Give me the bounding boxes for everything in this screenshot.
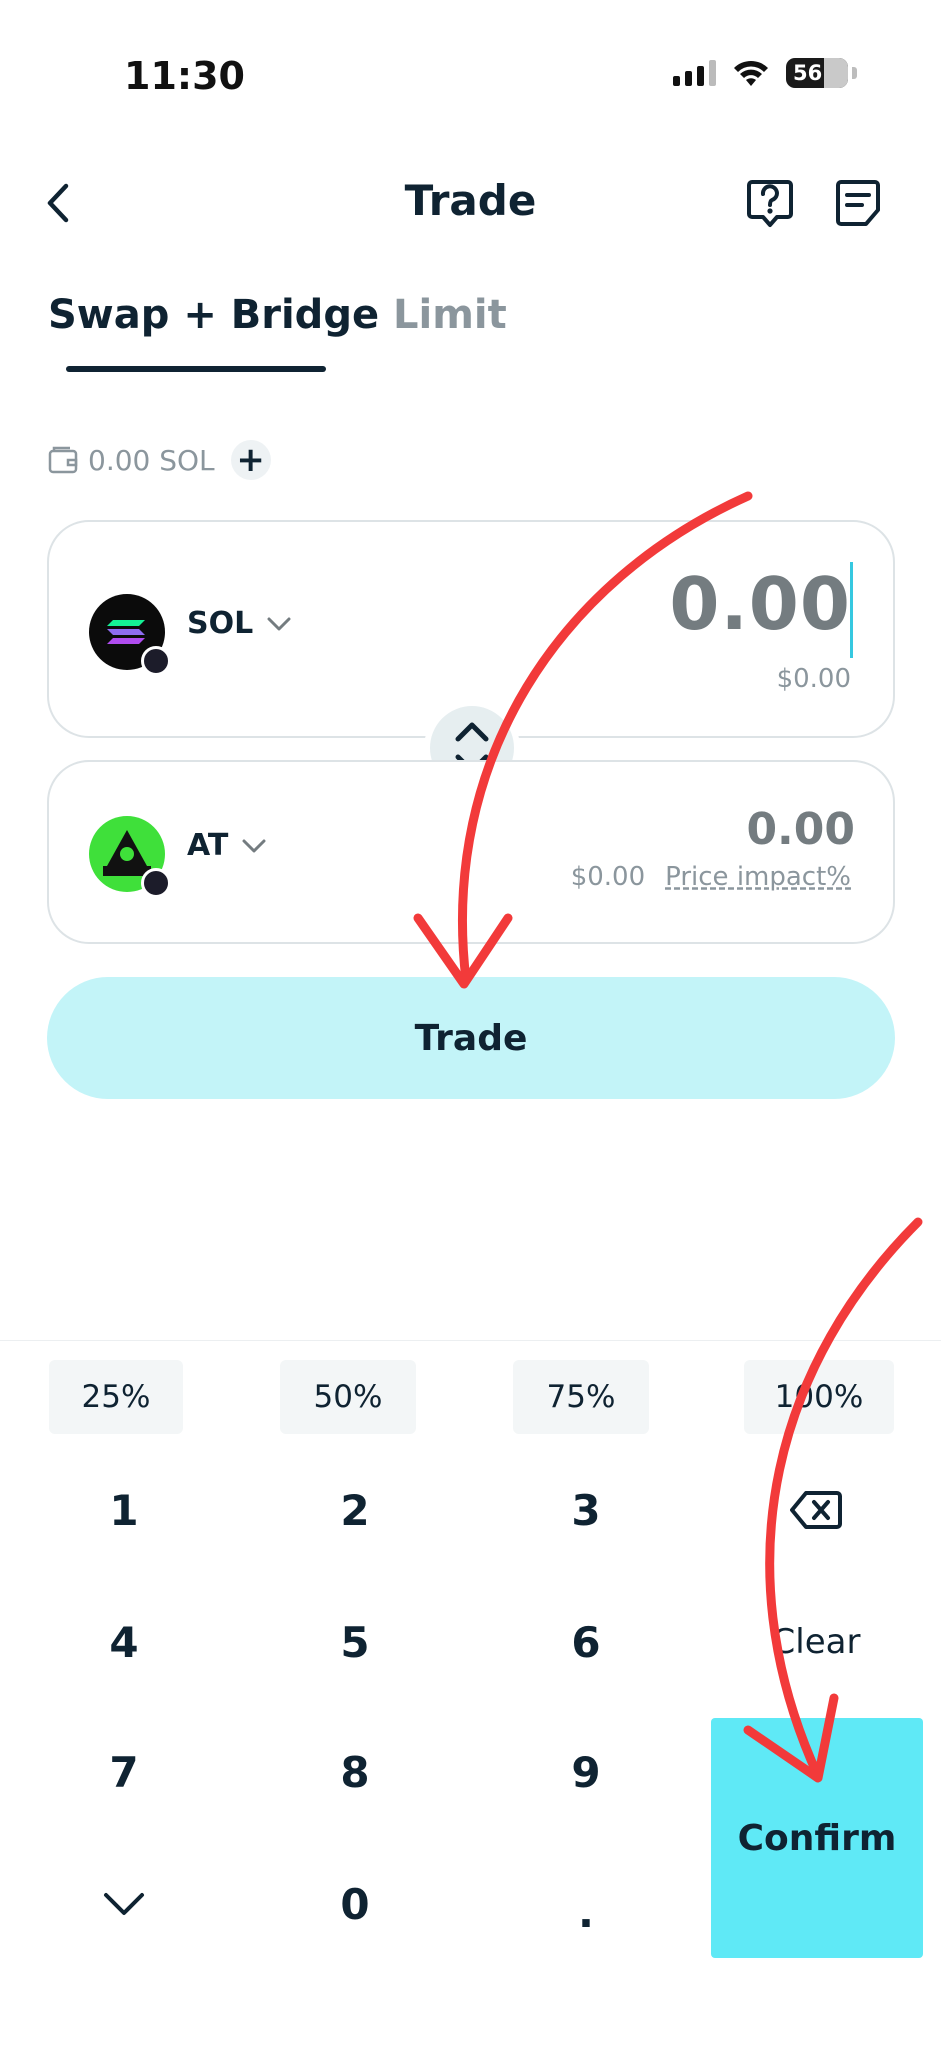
wifi-icon xyxy=(734,60,768,86)
key-9[interactable]: 9 xyxy=(486,1722,686,1822)
trade-button[interactable]: Trade xyxy=(47,977,895,1099)
key-3[interactable]: 3 xyxy=(486,1460,686,1560)
percent-75-button[interactable]: 75% xyxy=(513,1360,649,1434)
chevron-down-icon xyxy=(267,617,291,630)
keypad-divider xyxy=(0,1340,941,1341)
backspace-icon xyxy=(790,1491,842,1529)
network-badge-icon xyxy=(141,646,171,676)
add-funds-button[interactable]: + xyxy=(230,440,271,480)
clear-key[interactable]: Clear xyxy=(716,1592,916,1692)
network-badge-icon xyxy=(141,868,171,898)
key-2[interactable]: 2 xyxy=(255,1460,455,1560)
status-icons: 56 xyxy=(673,58,857,88)
chevron-down-icon xyxy=(242,839,266,852)
sol-token-icon xyxy=(89,594,171,676)
notes-icon[interactable] xyxy=(834,178,882,228)
balance-text: 0.00 SOL xyxy=(88,443,215,477)
page-title: Trade xyxy=(404,176,537,225)
from-amount-input[interactable]: 0.00 xyxy=(669,562,851,646)
from-token-symbol: SOL xyxy=(187,606,254,641)
battery-tip xyxy=(852,67,857,79)
hide-keypad-key[interactable] xyxy=(24,1854,224,1954)
text-caret xyxy=(850,562,853,658)
key-5[interactable]: 5 xyxy=(255,1592,455,1692)
battery-level: 56 xyxy=(793,61,823,85)
from-token-selector[interactable]: SOL xyxy=(187,606,291,641)
signal-icon xyxy=(673,60,716,86)
status-time: 11:30 xyxy=(124,54,245,98)
key-decimal[interactable]: . xyxy=(486,1862,686,1962)
key-8[interactable]: 8 xyxy=(255,1722,455,1822)
key-0[interactable]: 0 xyxy=(255,1854,455,1954)
to-token-card[interactable]: AT 0.00 $0.00 Price impact% xyxy=(47,760,895,944)
to-token-symbol: AT xyxy=(187,828,229,863)
chevron-down-icon xyxy=(104,1893,144,1915)
battery-icon: 56 xyxy=(786,58,848,88)
from-usd-value: $0.00 xyxy=(776,664,851,694)
key-4[interactable]: 4 xyxy=(24,1592,224,1692)
key-7[interactable]: 7 xyxy=(24,1722,224,1822)
key-1[interactable]: 1 xyxy=(24,1460,224,1560)
backspace-key[interactable] xyxy=(716,1460,916,1560)
key-6[interactable]: 6 xyxy=(486,1592,686,1692)
to-usd-value: $0.00 xyxy=(570,862,646,892)
tab-swap-bridge[interactable]: Swap + Bridge xyxy=(48,292,379,338)
to-usd-row: $0.00 Price impact% xyxy=(571,862,851,892)
at-token-icon xyxy=(89,816,171,898)
confirm-button[interactable]: Confirm xyxy=(711,1718,923,1958)
help-icon[interactable] xyxy=(746,178,794,228)
tab-limit[interactable]: Limit xyxy=(393,292,507,338)
price-impact-link[interactable]: Price impact% xyxy=(665,862,851,892)
percent-25-button[interactable]: 25% xyxy=(49,1360,183,1434)
wallet-icon xyxy=(48,446,78,474)
active-tab-indicator xyxy=(66,366,326,372)
wallet-balance: 0.00 SOL + xyxy=(48,440,271,480)
to-amount: 0.00 xyxy=(746,804,855,855)
percent-100-button[interactable]: 100% xyxy=(744,1360,894,1434)
percent-50-button[interactable]: 50% xyxy=(280,1360,416,1434)
to-token-selector[interactable]: AT xyxy=(187,828,266,863)
